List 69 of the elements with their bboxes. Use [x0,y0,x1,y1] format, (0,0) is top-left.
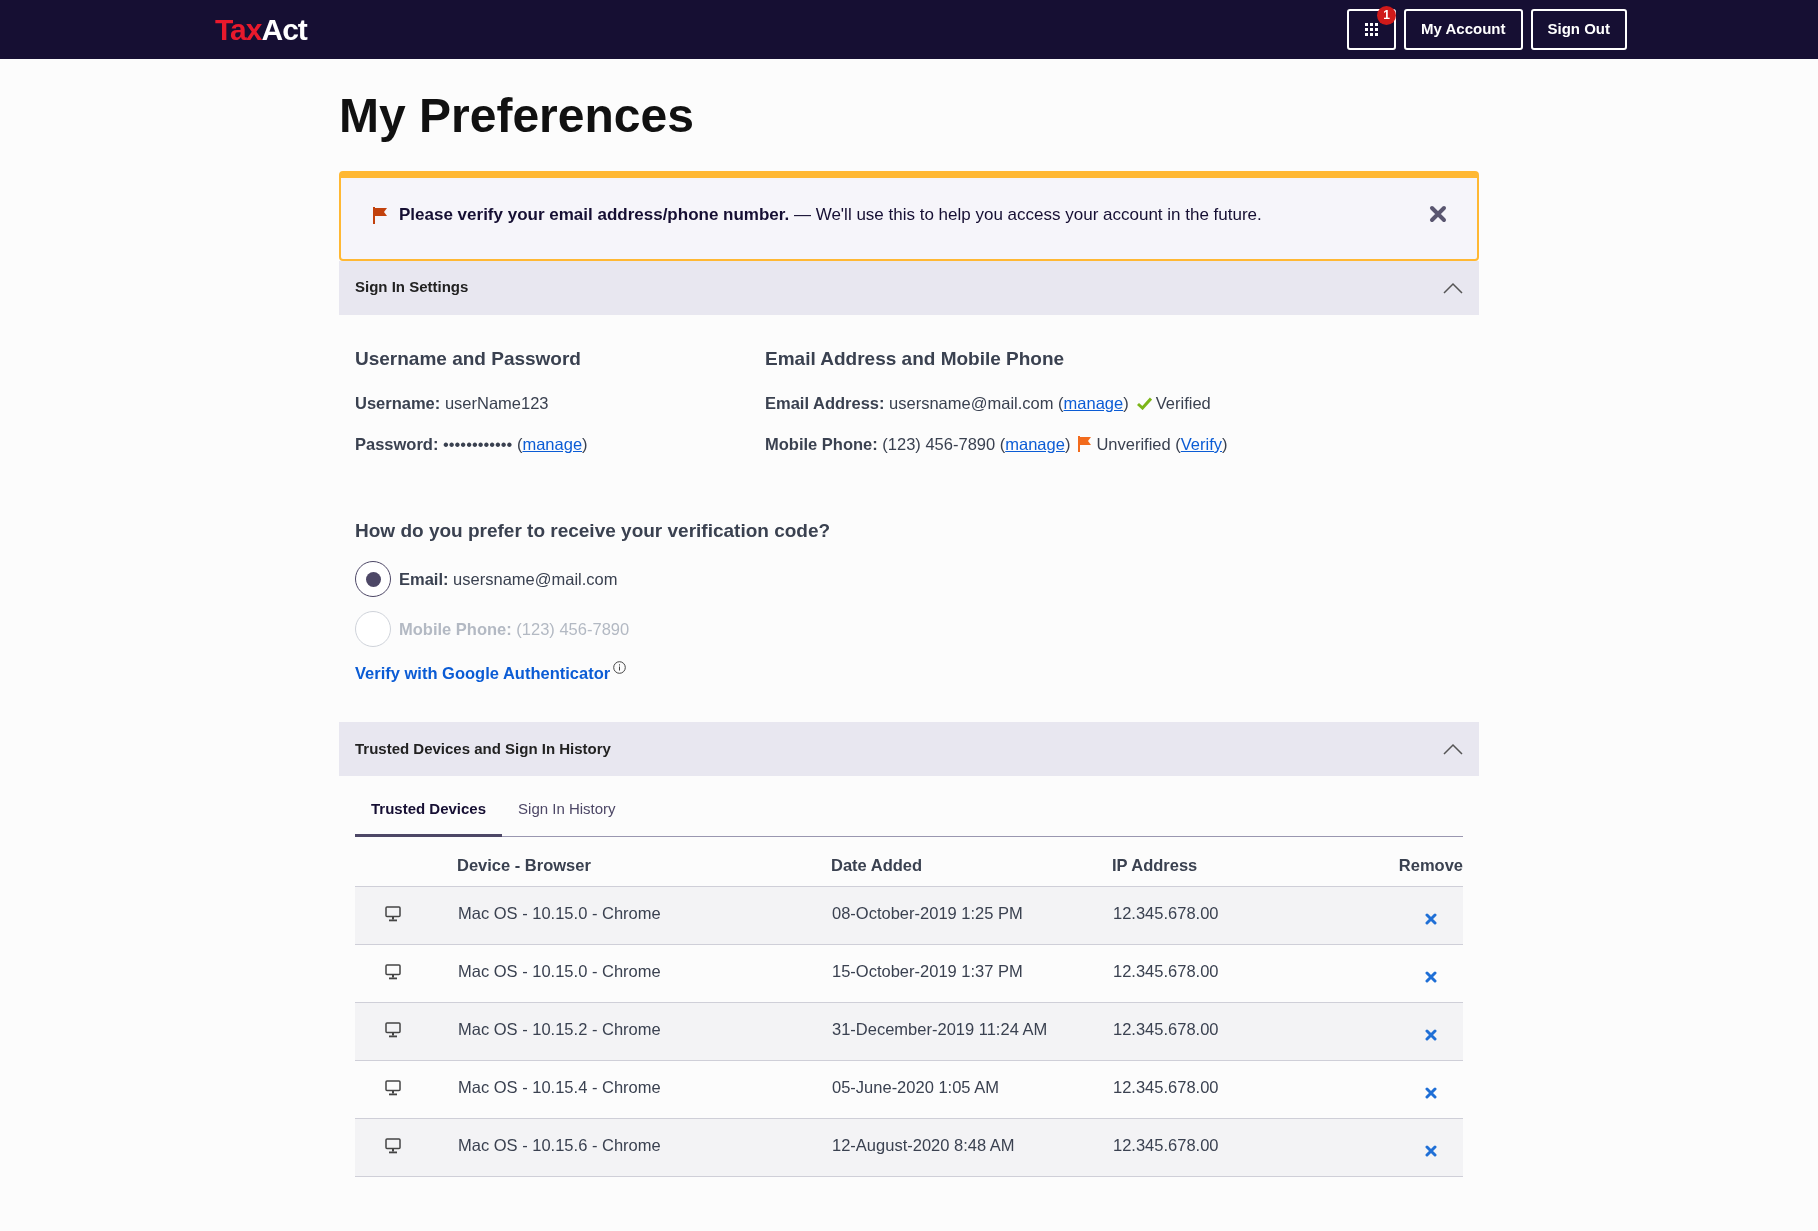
authenticator-link[interactable]: Verify with Google Authenticator [355,661,611,686]
question-heading: How do you prefer to receive your verification code? [355,518,832,543]
flag-icon [1078,436,1093,453]
close-icon [1425,913,1437,926]
notification-badge: 1 [1377,6,1397,25]
checkmark-icon [1136,396,1152,410]
info-text: ) [1222,433,1228,455]
manage-link[interactable]: manage [1005,431,1065,457]
close-icon [1425,1145,1437,1158]
info-text: Email Address: usersname@mail.com ( [765,393,1064,415]
close-icon [1425,971,1437,984]
manage-link[interactable]: manage [1063,391,1124,416]
info-icon[interactable] [613,661,627,675]
apps-button[interactable]: 1 [1347,9,1397,50]
monitor-icon [385,1138,401,1155]
logo: TaxAct [215,14,307,45]
table-cell: 05-June-2020 1:05 AM [832,1077,999,1096]
column-header: Remove [1398,855,1463,874]
monitor-icon [385,1080,401,1097]
close-icon [1425,1029,1437,1042]
radio-button[interactable] [355,561,391,598]
flag-icon [373,206,389,224]
section-header[interactable]: Sign In Settings [339,260,1479,315]
tab[interactable]: Trusted Devices [355,783,503,838]
my-account-button[interactable]: My Account [1404,9,1523,50]
page-title: My Preferences [339,88,695,144]
table-cell: Mac OS - 10.15.4 - Chrome [458,1077,661,1096]
info-text: ) [1123,393,1129,415]
info-text: Unverified ( [1096,433,1181,455]
table-cell: Mac OS - 10.15.0 - Chrome [458,903,661,922]
option-label: Email: usersname@mail.com [399,568,618,590]
table-cell: 08-October-2019 1:25 PM [832,903,1023,922]
close-icon [1425,1087,1437,1100]
column-header: IP Address [1112,855,1198,874]
table-cell: 12.345.678.00 [1113,1077,1219,1096]
info-text: ) [1064,433,1071,455]
table-cell: Mac OS - 10.15.6 - Chrome [458,1135,661,1154]
table-cell: Mac OS - 10.15.0 - Chrome [458,961,661,980]
table-cell: 12-August-2020 8:48 AM [832,1135,1015,1154]
monitor-icon [385,964,401,981]
table-cell: 12.345.678.00 [1113,1019,1219,1038]
alert-message: Please verify your email address/phone number. — We'll use this to help you access your account in the future. [399,204,1262,227]
info-text: Username: userName123 [355,393,549,415]
column-header: Device - Browser [457,855,591,874]
info-text: ) [582,433,588,455]
column-heading: Email Address and Mobile Phone [765,346,1066,371]
monitor-icon [385,1022,401,1039]
verify-link[interactable]: Verify [1180,431,1223,457]
column-header: Date Added [831,855,923,874]
table-cell: 15-October-2019 1:37 PM [832,961,1023,980]
section-header[interactable]: Trusted Devices and Sign In History [339,721,1479,776]
table-cell: 31-December-2019 11:24 AM [832,1019,1048,1038]
monitor-icon [385,906,401,923]
column-heading: Username and Password [355,346,582,371]
info-text: Verified [1155,393,1211,415]
section-title: Sign In Settings [355,277,469,298]
info-text: Password: •••••••••••• ( [355,433,523,455]
grid-icon [1365,23,1379,36]
table-cell: Mac OS - 10.15.2 - Chrome [458,1019,661,1038]
manage-link[interactable]: manage [522,431,583,457]
tab[interactable]: Sign In History [502,783,632,838]
table-cell: 12.345.678.00 [1113,903,1219,922]
info-text: Mobile Phone: (123) 456-7890 ( [765,433,1006,455]
close-icon[interactable] [1429,205,1447,224]
option-label: Mobile Phone: (123) 456-7890 [399,618,630,640]
section-title: Trusted Devices and Sign In History [355,738,611,759]
table-cell: 12.345.678.00 [1113,961,1219,980]
table-cell: 12.345.678.00 [1113,1135,1219,1154]
sign-out-button[interactable]: Sign Out [1530,9,1627,50]
